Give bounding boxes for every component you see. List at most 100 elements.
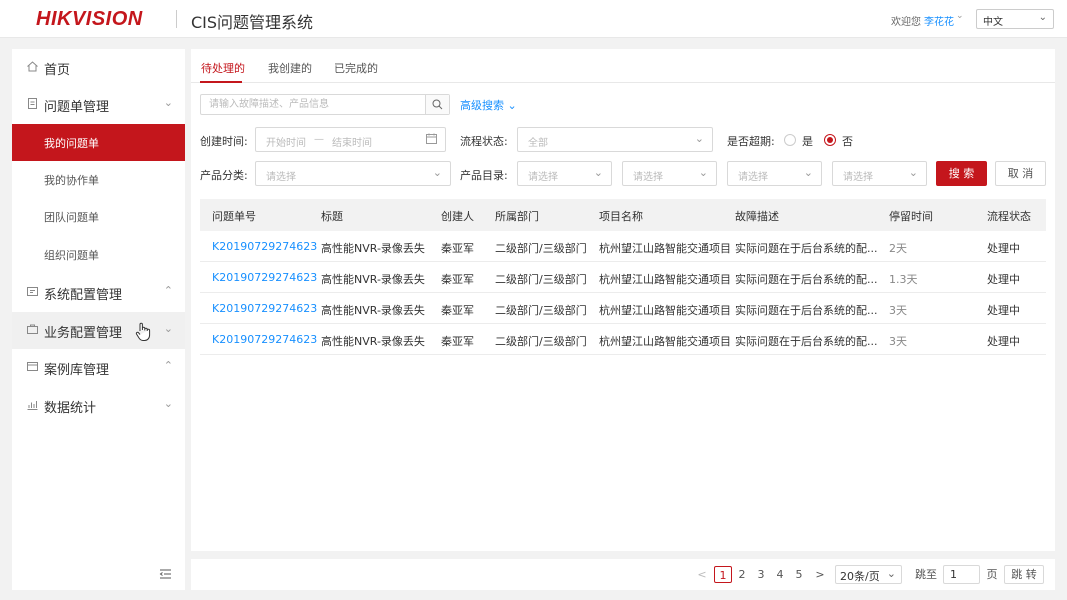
ticket-status: 处理中 <box>987 242 1020 255</box>
ticket-id-link[interactable]: K20190729274623 <box>212 240 317 253</box>
catalog-select-4[interactable]: 请选择 ⌄ <box>832 161 927 186</box>
prev-page-button[interactable]: < <box>695 566 709 583</box>
welcome-text: 欢迎您 <box>891 17 921 28</box>
ticket-status: 处理中 <box>987 304 1020 317</box>
page-4-button[interactable]: 4 <box>774 566 786 583</box>
ticket-title: 高性能NVR-录像丢失 <box>321 335 425 348</box>
tab-created[interactable]: 我创建的 <box>268 60 312 76</box>
page-2-button[interactable]: 2 <box>736 566 748 583</box>
ticket-id-link[interactable]: K20190729274623 <box>212 302 317 315</box>
ticket-duration: 3天 <box>889 335 907 348</box>
ticket-duration: 3天 <box>889 304 907 317</box>
jump-button[interactable]: 跳 转 <box>1004 565 1044 584</box>
sidebar-item-statistics[interactable]: 数据统计 ⌄ <box>12 387 185 424</box>
main-panel: 待处理的 我创建的 已完成的 高级搜索 ⌄ 创建时间: 开始时间 — 结束时间 … <box>191 49 1055 551</box>
chevron-up-icon: ⌃ <box>163 359 173 372</box>
chevron-down-icon: ⌄ <box>803 166 813 179</box>
overdue-yes-radio[interactable] <box>784 134 796 146</box>
range-separator: — <box>314 134 324 145</box>
ticket-title: 高性能NVR-录像丢失 <box>321 304 425 317</box>
chevron-down-icon: ⌄ <box>694 132 704 145</box>
catalog-placeholder: 请选择 <box>528 172 558 183</box>
ticket-duration: 1.3天 <box>889 273 918 286</box>
column-header: 所属部门 <box>495 210 539 223</box>
ticket-duration: 2天 <box>889 242 907 255</box>
sidebar-subitem-label: 我的协作单 <box>44 174 99 187</box>
settings-icon <box>25 285 39 299</box>
sidebar-subitem-my-collab[interactable]: 我的协作单 <box>12 161 185 198</box>
catalog-select-2[interactable]: 请选择 ⌄ <box>622 161 717 186</box>
collapse-sidebar-icon[interactable] <box>159 568 172 583</box>
tab-active-indicator <box>200 81 242 83</box>
sidebar-item-label: 首页 <box>44 63 71 78</box>
ticket-creator: 秦亚军 <box>441 335 474 348</box>
search-icon[interactable] <box>425 95 449 114</box>
search-input[interactable] <box>201 95 427 114</box>
sidebar-subitem-my-tickets[interactable]: 我的问题单 <box>12 124 185 161</box>
page-size-select[interactable]: 20条/页 ⌄ <box>835 565 902 584</box>
catalog-placeholder: 请选择 <box>843 172 873 183</box>
overdue-yes-label[interactable]: 是 <box>802 133 813 149</box>
document-icon <box>25 97 39 111</box>
chevron-down-icon: ⌄ <box>432 166 442 179</box>
library-icon <box>25 360 39 374</box>
home-icon <box>25 60 39 74</box>
chevron-down-icon: ⌄ <box>698 166 708 179</box>
sidebar-item-ticket-management[interactable]: 问题单管理 ⌄ <box>12 86 185 123</box>
table-row[interactable]: K20190729274623 高性能NVR-录像丢失 秦亚军 二级部门/三级部… <box>200 293 1046 324</box>
chevron-down-icon: ⌄ <box>163 96 173 109</box>
chevron-down-icon[interactable]: ⌄ <box>956 11 964 21</box>
chevron-down-icon: ⌄ <box>886 567 896 580</box>
sidebar-item-label: 系统配置管理 <box>44 288 123 303</box>
sidebar-item-case-library[interactable]: 案例库管理 ⌃ <box>12 349 185 386</box>
hikvision-logo[interactable]: HIKVISION <box>36 8 143 31</box>
jump-page-input[interactable]: 1 <box>943 565 980 584</box>
category-placeholder: 请选择 <box>266 172 296 183</box>
page-3-button[interactable]: 3 <box>755 566 767 583</box>
search-button[interactable]: 搜 索 <box>936 161 987 186</box>
ticket-status: 处理中 <box>987 335 1020 348</box>
sidebar-item-business-config[interactable]: 业务配置管理 ⌄ <box>12 312 185 349</box>
page-1-button[interactable]: 1 <box>714 566 732 583</box>
ticket-project: 杭州望江山路智能交通项目 <box>599 242 731 255</box>
ticket-id-link[interactable]: K20190729274623 <box>212 271 317 284</box>
ticket-description: 实际问题在于后台系统的配... <box>735 335 878 348</box>
catalog-select-3[interactable]: 请选择 ⌄ <box>727 161 822 186</box>
chevron-down-icon: ⌄ <box>908 166 918 179</box>
page-5-button[interactable]: 5 <box>793 566 805 583</box>
ticket-id-link[interactable]: K20190729274623 <box>212 333 317 346</box>
tab-pending[interactable]: 待处理的 <box>201 60 245 76</box>
overdue-label: 是否超期: <box>727 135 775 148</box>
catalog-select-1[interactable]: 请选择 ⌄ <box>517 161 612 186</box>
advanced-search-link[interactable]: 高级搜索 ⌄ <box>460 97 517 113</box>
table-header: 问题单号 标题 创建人 所属部门 项目名称 故障描述 停留时间 流程状态 <box>200 199 1046 231</box>
advanced-search-label: 高级搜索 <box>460 99 504 112</box>
table-row[interactable]: K20190729274623 高性能NVR-录像丢失 秦亚军 二级部门/三级部… <box>200 262 1046 293</box>
category-select[interactable]: 请选择 ⌄ <box>255 161 451 186</box>
ticket-department: 二级部门/三级部门 <box>495 273 587 286</box>
calendar-icon <box>426 133 437 147</box>
ticket-creator: 秦亚军 <box>441 273 474 286</box>
table-row[interactable]: K20190729274623 高性能NVR-录像丢失 秦亚军 二级部门/三级部… <box>200 231 1046 262</box>
sidebar-subitem-team-tickets[interactable]: 团队问题单 <box>12 198 185 235</box>
next-page-button[interactable]: > <box>813 566 827 583</box>
cancel-button[interactable]: 取 消 <box>995 161 1046 186</box>
table-row[interactable]: K20190729274623 高性能NVR-录像丢失 秦亚军 二级部门/三级部… <box>200 324 1046 355</box>
sidebar-item-home[interactable]: 首页 <box>12 49 185 86</box>
language-select[interactable]: 中文 ⌄ <box>976 9 1054 29</box>
sidebar-subitem-org-tickets[interactable]: 组织问题单 <box>12 236 185 273</box>
chevron-down-icon: ⌄ <box>163 322 173 335</box>
ticket-project: 杭州望江山路智能交通项目 <box>599 273 731 286</box>
sidebar-item-label: 数据统计 <box>44 401 97 416</box>
overdue-no-label[interactable]: 否 <box>842 133 853 149</box>
sidebar-item-system-config[interactable]: 系统配置管理 ⌃ <box>12 274 185 311</box>
page-unit-label: 页 <box>986 568 998 581</box>
ticket-description: 实际问题在于后台系统的配... <box>735 273 878 286</box>
user-menu[interactable]: 李花花 <box>924 13 954 28</box>
sidebar-subitem-label: 我的问题单 <box>44 137 99 150</box>
status-select[interactable]: 全部 ⌄ <box>517 127 713 152</box>
chevron-up-icon: ⌃ <box>163 284 173 297</box>
tab-completed[interactable]: 已完成的 <box>334 60 378 76</box>
overdue-no-radio[interactable] <box>824 134 836 146</box>
date-range-picker[interactable]: 开始时间 — 结束时间 <box>255 127 446 152</box>
